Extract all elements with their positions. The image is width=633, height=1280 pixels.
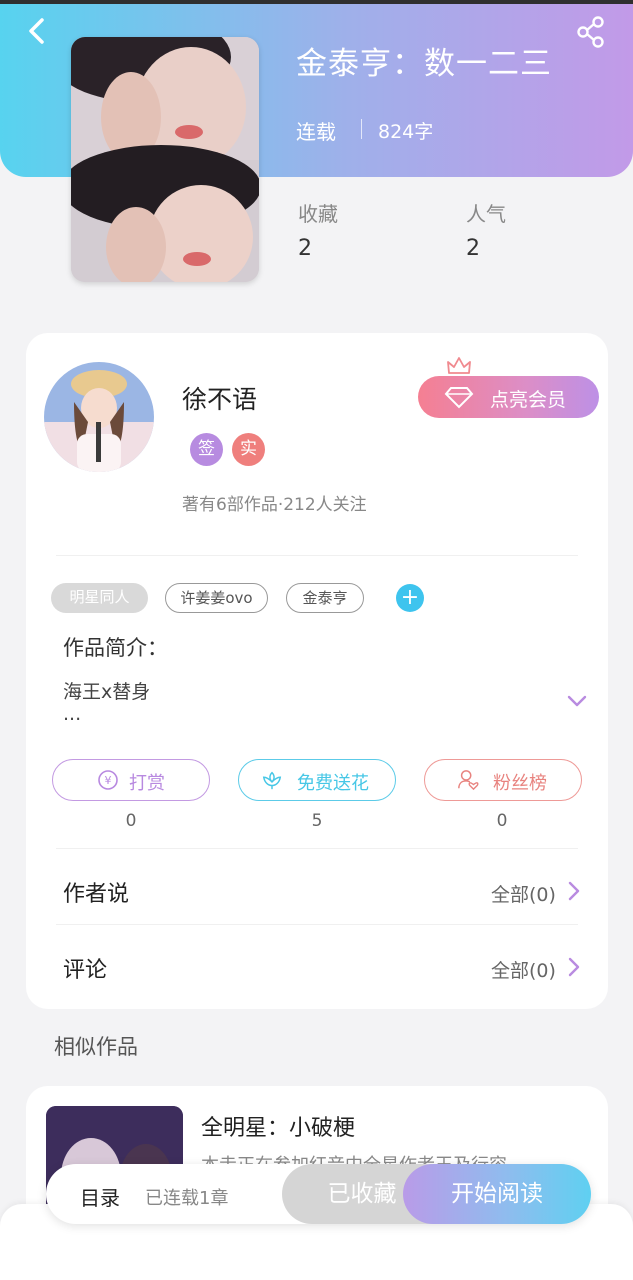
intro-text: 海王x替身 [63,681,151,703]
back-button[interactable] [22,14,52,48]
popularity-label: 人气 [466,202,506,226]
favorites-value: 2 [298,236,312,261]
share-icon [577,16,604,48]
free-flower-count: 5 [311,811,323,831]
similar-works-title: 相似作品 [54,1035,138,1059]
reward-count: 0 [125,811,137,831]
fans-ranking-count: 0 [496,811,508,831]
divider [56,924,578,925]
diamond-icon [444,387,474,409]
reward-button[interactable]: ¥ 打赏 [52,759,210,801]
reward-label: 打赏 [129,773,165,794]
status-divider [361,119,362,139]
fans-ranking-label: 粉丝榜 [493,773,547,794]
favorites-label: 收藏 [298,202,338,226]
fan-user-icon [458,770,479,791]
chevron-right-icon[interactable] [566,880,582,902]
book-title: 金泰亨：数一二三 [296,46,552,82]
vip-label: 点亮会员 [490,389,567,411]
share-button[interactable] [574,14,608,50]
add-tag-button[interactable]: + [396,584,424,612]
word-count: 824字 [378,121,434,143]
verified-badge: 实 [232,433,265,466]
free-flower-button[interactable]: 免费送花 [238,759,396,801]
author-meta: 著有6部作品·212人关注 [182,495,367,515]
comments-label[interactable]: 评论 [63,952,107,984]
divider [56,848,578,849]
crown-icon [447,357,471,374]
tag-keyword[interactable]: 金泰亨 [286,583,364,613]
fans-ranking-button[interactable]: 粉丝榜 [424,759,582,801]
author-avatar-image [44,362,154,472]
cover-portrait-image [71,37,259,282]
vip-button[interactable]: 点亮会员 [418,376,599,418]
flower-icon [262,771,282,790]
author-says-all-link[interactable]: 全部(0) [491,880,556,907]
book-cover[interactable] [71,37,259,282]
comments-all-link[interactable]: 全部(0) [491,956,556,983]
avatar[interactable] [44,362,154,472]
plus-icon: + [400,585,420,610]
free-flower-label: 免费送花 [297,773,369,794]
chapter-count[interactable]: 已连载1章 [145,1184,228,1210]
tag-category[interactable]: 明星同人 [51,583,148,613]
author-name[interactable]: 徐不语 [182,380,257,416]
serial-status: 连载 [296,120,336,144]
yen-coin-icon: ¥ [98,770,118,790]
popularity-value: 2 [466,236,480,261]
signed-badge: 签 [190,433,223,466]
toc-button[interactable]: 目录 [80,1182,120,1211]
chevron-right-icon[interactable] [566,956,582,978]
similar-work-name[interactable]: 全明星：小破梗 [201,1110,355,1142]
author-says-label[interactable]: 作者说 [63,876,129,908]
divider [56,555,578,556]
chevron-left-icon [29,18,44,44]
intro-label: 作品简介： [63,636,168,660]
tag-keyword[interactable]: 许姜姜ovo [165,583,268,613]
chevron-down-icon[interactable] [565,692,589,710]
intro-ellipsis: ... [63,703,82,725]
svg-text:¥: ¥ [105,774,112,787]
start-reading-button[interactable]: 开始阅读 [403,1164,591,1224]
